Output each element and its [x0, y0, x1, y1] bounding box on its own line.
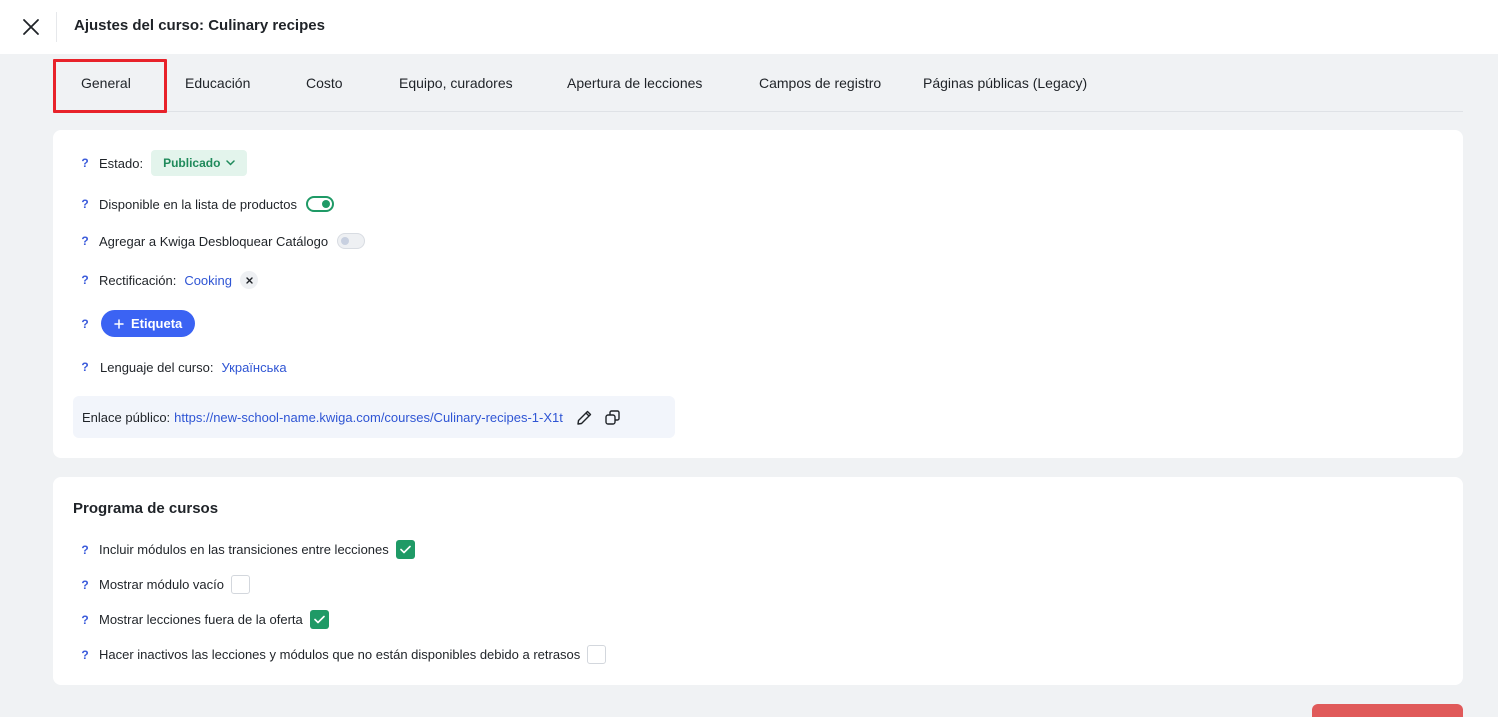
catalog-label: Agregar a Kwiga Desbloquear Catálogo — [99, 233, 329, 249]
program-option-row: ? Mostrar módulo vacío — [53, 575, 250, 594]
catalog-row: ? Agregar a Kwiga Desbloquear Catálogo — [53, 233, 366, 249]
help-icon[interactable]: ? — [79, 360, 91, 374]
tab-equipo-curadores[interactable]: Equipo, curadores — [399, 75, 513, 91]
help-icon[interactable]: ? — [79, 613, 91, 627]
category-row: ? Rectificación: Cooking — [53, 270, 259, 290]
tag-row: ? Etiqueta — [53, 310, 196, 337]
program-option-label: Incluir módulos en las transiciones entr… — [99, 542, 389, 557]
program-option-label: Hacer inactivos las lecciones y módulos … — [99, 647, 581, 662]
language-row: ? Lenguaje del curso: Українська — [53, 358, 286, 376]
program-option-checkbox[interactable] — [309, 610, 329, 629]
help-icon[interactable]: ? — [79, 317, 91, 331]
status-row: ? Estado: Publicado — [53, 150, 248, 176]
public-link-box: Enlace público: https://new-school-name.… — [73, 396, 675, 438]
chevron-down-icon — [226, 160, 236, 166]
plus-icon — [114, 318, 124, 329]
help-icon[interactable]: ? — [79, 578, 91, 592]
program-option-label: Mostrar lecciones fuera de la oferta — [99, 612, 303, 627]
status-dropdown[interactable]: Publicado — [151, 150, 248, 176]
program-option-checkbox[interactable] — [395, 540, 415, 559]
program-option-checkbox[interactable] — [587, 645, 607, 664]
add-tag-label: Etiqueta — [131, 316, 183, 331]
section-title: Programa de cursos — [73, 500, 219, 517]
program-option-row: ? Hacer inactivos las lecciones y módulo… — [53, 645, 607, 664]
available-row: ? Disponible en la lista de productos — [53, 196, 335, 212]
tab-bar: General Educación Costo Equipo, curadore… — [53, 56, 1463, 113]
available-toggle[interactable] — [306, 196, 335, 212]
program-option-label: Mostrar módulo vacío — [99, 577, 224, 592]
check-icon — [313, 615, 325, 624]
general-settings-card: ? Estado: Publicado ? Disponible en la l… — [53, 130, 1463, 458]
help-icon[interactable]: ? — [79, 648, 91, 662]
tab-educacion[interactable]: Educación — [185, 75, 250, 91]
close-icon — [23, 19, 39, 35]
close-icon — [245, 276, 253, 284]
top-divider — [56, 12, 57, 42]
tab-apertura-lecciones[interactable]: Apertura de lecciones — [567, 75, 702, 91]
catalog-toggle[interactable] — [337, 233, 366, 249]
remove-category-button[interactable] — [240, 271, 259, 289]
copy-icon — [605, 409, 621, 425]
program-option-checkbox[interactable] — [231, 575, 250, 594]
help-icon[interactable]: ? — [79, 273, 91, 287]
program-option-row: ? Mostrar lecciones fuera de la oferta — [53, 610, 329, 629]
page-title: Ajustes del curso: Culinary recipes — [74, 17, 325, 34]
language-label: Lenguaje del curso: — [100, 359, 214, 375]
help-icon[interactable]: ? — [79, 543, 91, 557]
top-bar: Ajustes del curso: Culinary recipes — [0, 0, 1498, 54]
category-link[interactable]: Cooking — [184, 273, 232, 288]
toggle-knob — [322, 200, 331, 208]
check-icon — [399, 545, 411, 554]
close-button[interactable] — [18, 14, 44, 40]
copy-link-button[interactable] — [603, 407, 623, 427]
edit-link-button[interactable] — [575, 407, 595, 427]
tab-paginas-publicas[interactable]: Páginas públicas (Legacy) — [923, 75, 1087, 91]
program-option-row: ? Incluir módulos en las transiciones en… — [53, 540, 415, 559]
tab-costo[interactable]: Costo — [306, 75, 343, 91]
available-label: Disponible en la lista de productos — [99, 196, 298, 212]
add-tag-button[interactable]: Etiqueta — [101, 310, 196, 337]
status-value: Publicado — [163, 156, 221, 170]
public-link-label: Enlace público: — [82, 409, 171, 425]
delete-course-button[interactable] — [1312, 704, 1463, 717]
help-icon[interactable]: ? — [79, 234, 91, 248]
pencil-icon — [577, 410, 592, 425]
tab-campos-registro[interactable]: Campos de registro — [759, 75, 881, 91]
status-label: Estado: — [99, 155, 144, 171]
toggle-knob — [341, 237, 350, 245]
public-link-url[interactable]: https://new-school-name.kwiga.com/course… — [174, 410, 563, 425]
tab-general[interactable]: General — [81, 75, 131, 91]
course-program-card: Programa de cursos ? Incluir módulos en … — [53, 477, 1463, 685]
help-icon[interactable]: ? — [79, 197, 91, 211]
category-label: Rectificación: — [99, 272, 177, 288]
language-link[interactable]: Українська — [221, 360, 286, 375]
help-icon[interactable]: ? — [79, 156, 91, 170]
